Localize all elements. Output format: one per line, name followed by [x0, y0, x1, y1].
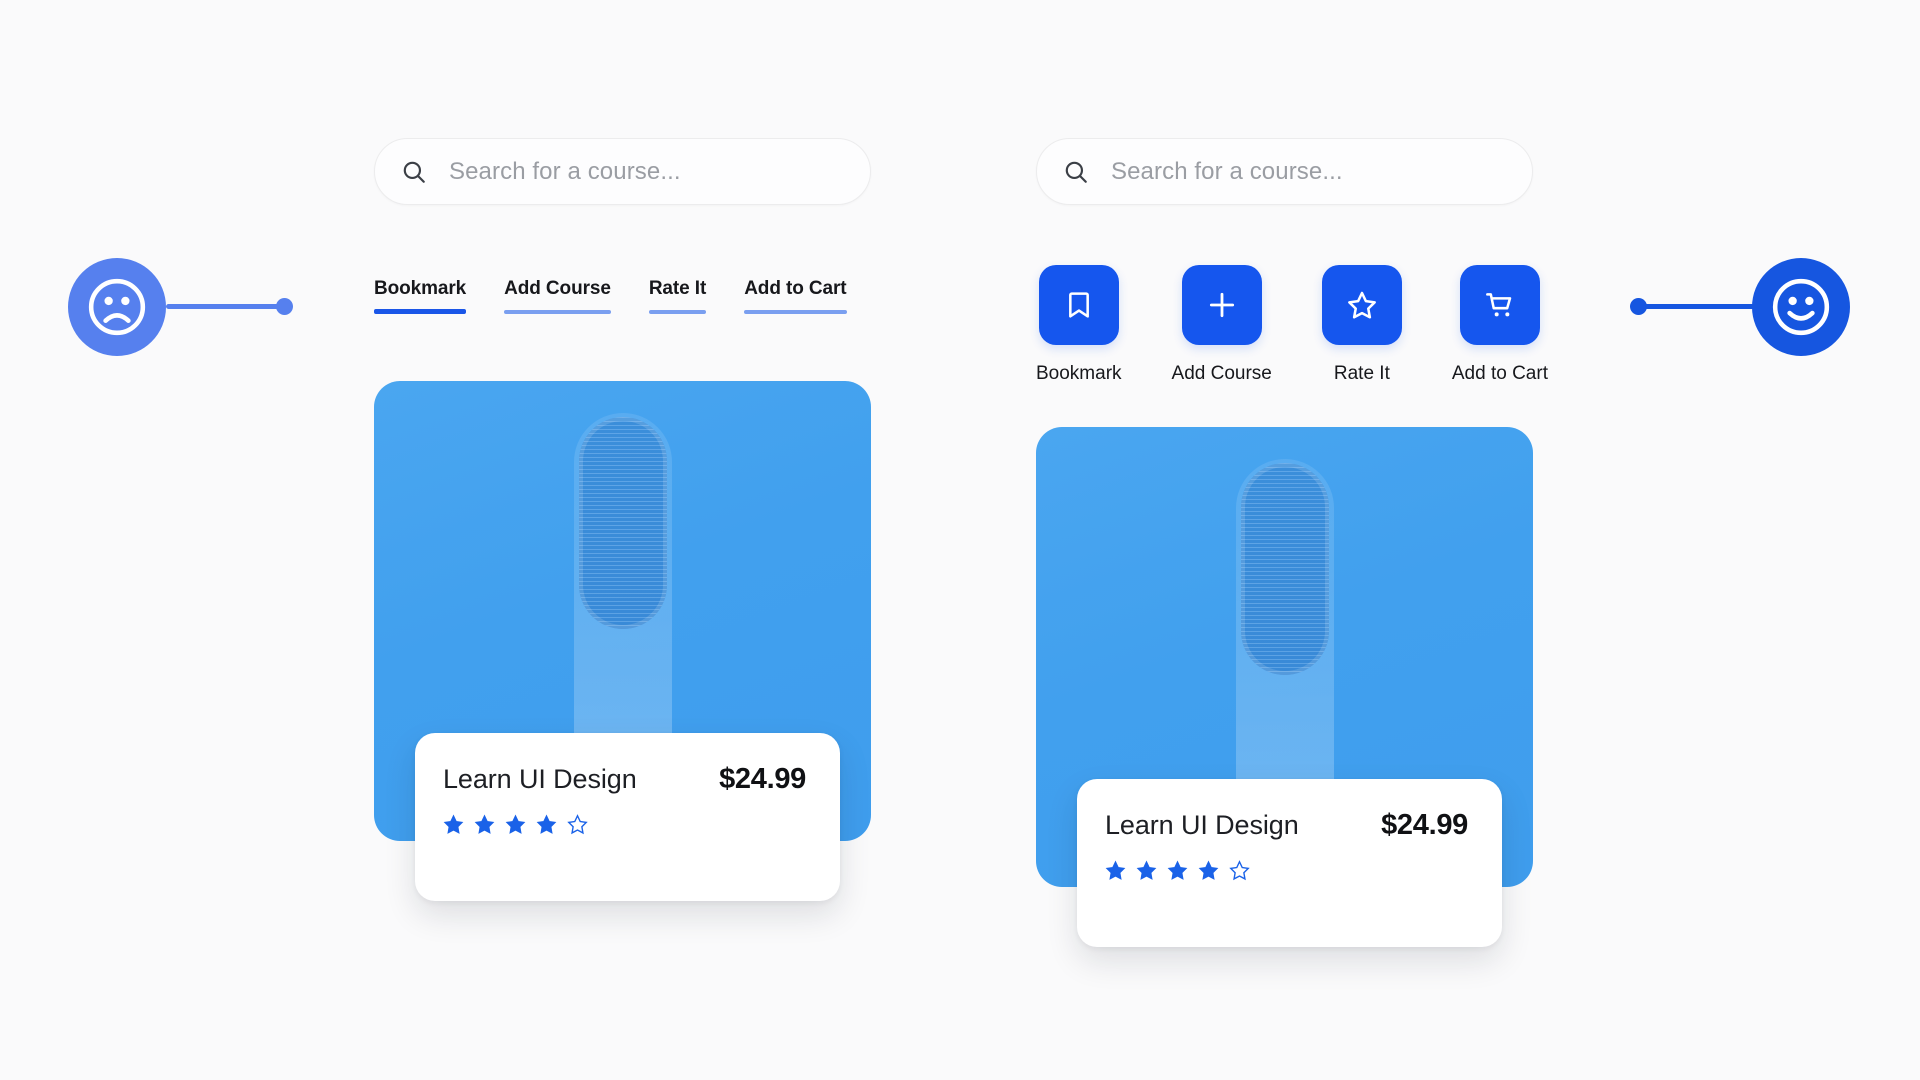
search-input-right[interactable]: Search for a course...	[1111, 158, 1343, 186]
star-filled-icon	[1167, 860, 1188, 880]
course-card-header: Learn UI Design $24.99	[443, 763, 806, 796]
star-filled-icon	[443, 814, 464, 834]
action-bookmark[interactable]: Bookmark	[1036, 265, 1122, 385]
star-filled-icon	[505, 814, 526, 834]
course-rating-right[interactable]	[1105, 860, 1468, 881]
course-price-right: $24.99	[1381, 809, 1468, 841]
star-outline-icon	[1229, 860, 1250, 881]
star-icon	[1347, 291, 1376, 319]
action-add-to-cart[interactable]: Add to Cart	[1452, 265, 1548, 385]
action-add-to-cart-label: Add to Cart	[1451, 363, 1548, 384]
star-filled-icon	[1105, 860, 1126, 880]
tab-add-to-cart-underline	[744, 310, 847, 314]
course-title-left: Learn UI Design	[443, 764, 637, 794]
happy-face-icon	[1772, 278, 1830, 336]
icon-action-bar: Bookmark Add Course Rate It Add to Cart	[1036, 265, 1548, 385]
action-bookmark-label: Bookmark	[1036, 363, 1122, 384]
tab-bookmark-underline	[374, 309, 467, 314]
right-connector-line	[1638, 304, 1756, 309]
star-filled-icon	[536, 814, 557, 834]
search-input-left[interactable]: Search for a course...	[449, 158, 681, 186]
course-rating-left[interactable]	[443, 814, 806, 835]
star-filled-icon	[1136, 860, 1157, 880]
tab-rate-it-underline	[648, 310, 707, 314]
tab-add-to-cart[interactable]: Add to Cart	[744, 278, 847, 314]
left-connector-line	[166, 304, 284, 309]
tab-add-course-label: Add Course	[504, 278, 611, 299]
add-to-cart-button[interactable]	[1459, 265, 1540, 345]
sad-face-marker	[68, 258, 166, 356]
happy-face-marker	[1752, 258, 1850, 356]
tab-bookmark-label: Bookmark	[374, 278, 467, 299]
right-connector-dot	[1630, 298, 1647, 315]
course-price-left: $24.99	[719, 763, 806, 795]
bookmark-button[interactable]	[1038, 265, 1119, 345]
course-card-header: Learn UI Design $24.99	[1105, 809, 1468, 842]
star-filled-icon	[474, 814, 495, 834]
star-filled-icon	[1198, 860, 1219, 880]
sad-face-icon	[88, 278, 146, 336]
tab-add-to-cart-label: Add to Cart	[744, 278, 847, 299]
fingerprint-illustration	[1240, 463, 1329, 675]
course-card-right[interactable]: Learn UI Design $24.99	[1077, 779, 1502, 947]
tab-bookmark[interactable]: Bookmark	[374, 278, 466, 314]
search-icon	[403, 161, 425, 183]
course-card-left[interactable]: Learn UI Design $24.99	[415, 733, 840, 901]
tab-rate-it[interactable]: Rate It	[648, 278, 707, 314]
fingerprint-illustration	[578, 417, 667, 629]
left-connector-dot	[276, 298, 293, 315]
text-tab-bar: Bookmark Add Course Rate It Add to Cart	[374, 278, 847, 314]
search-icon	[1065, 161, 1087, 183]
action-add-course-label: Add Course	[1171, 363, 1272, 384]
action-rate-it[interactable]: Rate It	[1321, 265, 1402, 385]
comparison-stage: Search for a course... Bookmark Add Cour…	[0, 0, 1920, 1080]
action-add-course[interactable]: Add Course	[1172, 265, 1272, 385]
rate-it-button[interactable]	[1321, 265, 1402, 345]
tab-rate-it-label: Rate It	[648, 278, 707, 299]
plus-icon	[1209, 292, 1234, 318]
action-rate-it-label: Rate It	[1333, 363, 1390, 384]
bookmark-icon	[1068, 292, 1089, 318]
add-course-button[interactable]	[1181, 265, 1262, 345]
course-title-right: Learn UI Design	[1105, 810, 1299, 840]
search-bar-left[interactable]: Search for a course...	[374, 138, 871, 205]
tab-add-course[interactable]: Add Course	[504, 278, 611, 314]
search-bar-right[interactable]: Search for a course...	[1036, 138, 1533, 205]
star-outline-icon	[567, 814, 588, 835]
cart-icon	[1485, 293, 1512, 317]
tab-add-course-underline	[504, 310, 611, 314]
